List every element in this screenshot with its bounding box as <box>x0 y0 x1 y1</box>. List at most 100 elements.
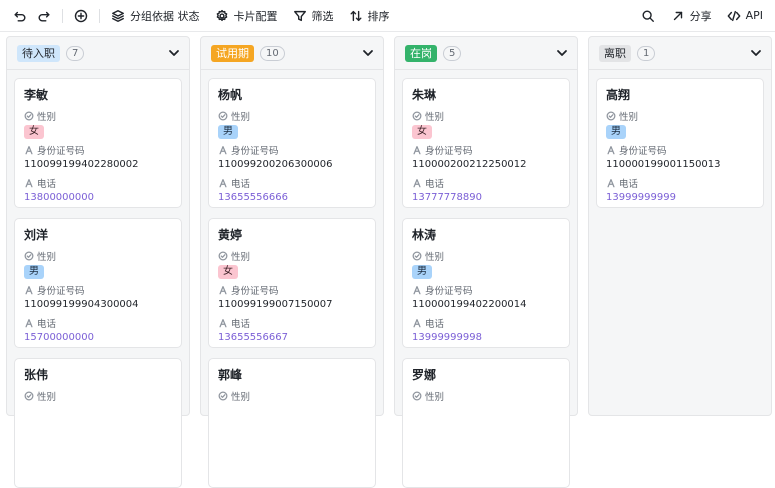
text-field-icon <box>412 178 422 188</box>
card-title: 杨帆 <box>218 88 243 102</box>
field-label-text: 电话 <box>37 179 57 190</box>
undo-icon <box>12 8 28 24</box>
field-label-gender: 性别 <box>606 109 755 123</box>
phone-value[interactable]: 15700000000 <box>24 330 173 345</box>
phone-value[interactable]: 13800000000 <box>24 190 173 205</box>
column-header: 在岗 5 <box>395 37 577 69</box>
record-card[interactable]: 张伟 性别 <box>14 358 182 488</box>
field-label-gender: 性别 <box>218 389 367 403</box>
gear-icon <box>214 8 230 24</box>
api-button[interactable]: API <box>722 4 767 28</box>
id-number-value: 110000199001150013 <box>606 159 721 170</box>
gender-tag: 女 <box>218 265 238 279</box>
id-number-value: 110099199904300004 <box>24 299 139 310</box>
filter-label: 筛选 <box>311 9 334 23</box>
record-card[interactable]: 杨帆 性别 男 身份证号码 110099200206300006 电话 1365… <box>208 78 376 208</box>
phone-value[interactable]: 13999999998 <box>412 330 561 345</box>
card-title: 罗娜 <box>412 368 437 382</box>
toolbar-divider <box>62 8 63 23</box>
phone-value[interactable]: 13655556667 <box>218 330 367 345</box>
record-card[interactable]: 黄婷 性别 女 身份证号码 110099199007150007 电话 1365… <box>208 218 376 348</box>
divider <box>589 69 771 70</box>
filter-icon <box>292 8 308 24</box>
field-label-text: 电话 <box>425 179 445 190</box>
sort-button[interactable]: 排序 <box>344 4 394 28</box>
card-config-button[interactable]: 卡片配置 <box>210 4 282 28</box>
card-title: 朱琳 <box>412 88 437 102</box>
kanban-column: 在岗 5 朱琳 性别 女 身份证号码 110000200212250012 电话… <box>394 36 578 488</box>
divider <box>395 69 577 70</box>
chevron-down-icon[interactable] <box>749 46 763 60</box>
field-label-text: 性别 <box>231 112 251 123</box>
record-card[interactable]: 李敏 性别 女 身份证号码 110099199402280002 电话 1380… <box>14 78 182 208</box>
status-tag: 待入职 <box>17 44 60 62</box>
field-label-text: 性别 <box>425 112 445 123</box>
add-record-button[interactable] <box>69 4 93 28</box>
card-title: 郭峰 <box>218 368 243 382</box>
chevron-down-icon[interactable] <box>167 46 181 60</box>
field-label-id: 身份证号码 <box>24 143 173 157</box>
text-field-icon <box>24 145 34 155</box>
record-card[interactable]: 高翔 性别 男 身份证号码 110000199001150013 电话 1399… <box>596 78 764 208</box>
field-label-text: 身份证号码 <box>37 286 85 297</box>
phone-value[interactable]: 13655556666 <box>218 190 367 205</box>
record-card[interactable]: 罗娜 性别 <box>402 358 570 488</box>
record-card[interactable]: 刘洋 性别 男 身份证号码 110099199904300004 电话 1570… <box>14 218 182 348</box>
group-by-button[interactable]: 分组依据 状态 <box>106 4 204 28</box>
field-label-text: 身份证号码 <box>619 146 667 157</box>
record-count: 5 <box>443 45 462 61</box>
field-label-text: 性别 <box>425 252 445 263</box>
gender-tag: 男 <box>412 265 432 279</box>
text-field-icon <box>412 145 422 155</box>
record-card[interactable]: 朱琳 性别 女 身份证号码 110000200212250012 电话 1377… <box>402 78 570 208</box>
field-label-text: 电话 <box>231 319 251 330</box>
share-label: 分享 <box>689 9 712 23</box>
field-label-text: 身份证号码 <box>425 286 473 297</box>
chevron-down-icon[interactable] <box>555 46 569 60</box>
field-label-text: 身份证号码 <box>37 146 85 157</box>
record-card[interactable]: 林涛 性别 男 身份证号码 110000199402200014 电话 1399… <box>402 218 570 348</box>
kanban-column: 试用期 10 杨帆 性别 男 身份证号码 110099200206300006 … <box>200 36 384 488</box>
field-label-gender: 性别 <box>24 109 173 123</box>
text-field-icon <box>24 285 34 295</box>
field-label-gender: 性别 <box>412 249 561 263</box>
card-config-label: 卡片配置 <box>233 9 278 23</box>
circle-check-icon <box>218 111 228 121</box>
text-field-icon <box>218 318 228 328</box>
field-label-gender: 性别 <box>218 109 367 123</box>
record-count: 7 <box>66 45 85 61</box>
phone-value[interactable]: 13777778890 <box>412 190 561 205</box>
record-card[interactable]: 郭峰 性别 <box>208 358 376 488</box>
field-label-text: 电话 <box>619 179 639 190</box>
share-button[interactable]: 分享 <box>666 4 716 28</box>
chevron-down-icon[interactable] <box>361 46 375 60</box>
field-label-gender: 性别 <box>24 249 173 263</box>
text-field-icon <box>218 178 228 188</box>
field-label-id: 身份证号码 <box>218 143 367 157</box>
code-icon <box>726 8 742 24</box>
group-by-label: 分组依据 状态 <box>130 9 200 23</box>
redo-button[interactable] <box>32 4 56 28</box>
text-field-icon <box>412 318 422 328</box>
phone-value[interactable]: 13999999999 <box>606 190 755 205</box>
sort-label: 排序 <box>367 9 390 23</box>
field-label-gender: 性别 <box>412 109 561 123</box>
field-label-text: 性别 <box>37 252 57 263</box>
circle-check-icon <box>412 111 422 121</box>
filter-button[interactable]: 筛选 <box>288 4 338 28</box>
id-number-value: 110099200206300006 <box>218 159 333 170</box>
field-label-phone: 电话 <box>606 176 755 190</box>
record-count: 10 <box>260 45 285 61</box>
undo-button[interactable] <box>8 4 32 28</box>
toolbar-divider <box>99 8 100 23</box>
field-label-phone: 电话 <box>218 316 367 330</box>
field-label-phone: 电话 <box>412 316 561 330</box>
search-button[interactable] <box>636 4 660 28</box>
divider <box>7 69 189 70</box>
circle-check-icon <box>24 111 34 121</box>
field-label-text: 身份证号码 <box>231 146 279 157</box>
gender-tag: 男 <box>24 265 44 279</box>
field-label-phone: 电话 <box>24 176 173 190</box>
share-arrow-icon <box>670 8 686 24</box>
search-icon <box>640 8 656 24</box>
